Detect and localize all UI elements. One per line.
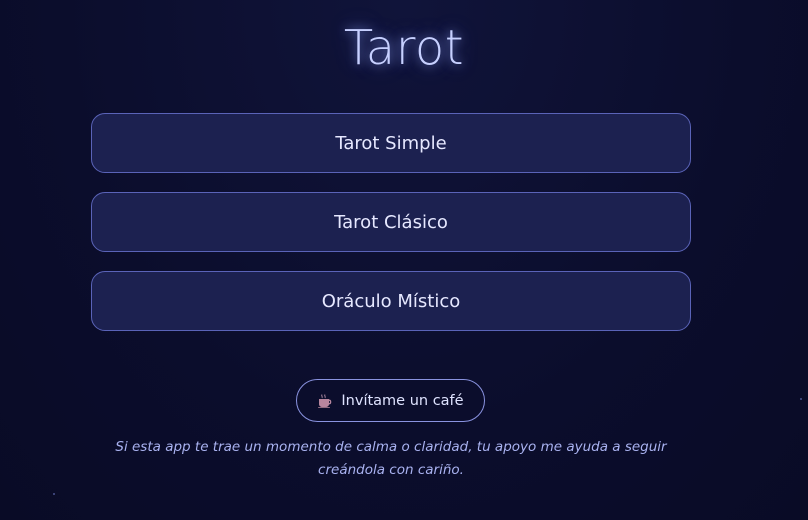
star-decoration bbox=[53, 493, 55, 495]
tarot-clasico-button[interactable]: Tarot Clásico bbox=[91, 192, 691, 252]
coffee-cup-icon bbox=[317, 393, 333, 409]
star-decoration bbox=[800, 398, 802, 400]
tarot-home-page: Tarot Tarot Simple Tarot Clásico Oráculo… bbox=[0, 0, 808, 520]
buy-me-coffee-button[interactable]: Invítame un café bbox=[296, 379, 485, 422]
tarot-simple-button[interactable]: Tarot Simple bbox=[91, 113, 691, 173]
oraculo-mistico-button[interactable]: Oráculo Místico bbox=[91, 271, 691, 331]
buy-me-coffee-label: Invítame un café bbox=[341, 392, 464, 409]
page-title: Tarot bbox=[343, 20, 465, 76]
support-message: Si esta app te trae un momento de calma … bbox=[115, 439, 667, 478]
reading-menu: Tarot Simple Tarot Clásico Oráculo Místi… bbox=[91, 113, 691, 350]
